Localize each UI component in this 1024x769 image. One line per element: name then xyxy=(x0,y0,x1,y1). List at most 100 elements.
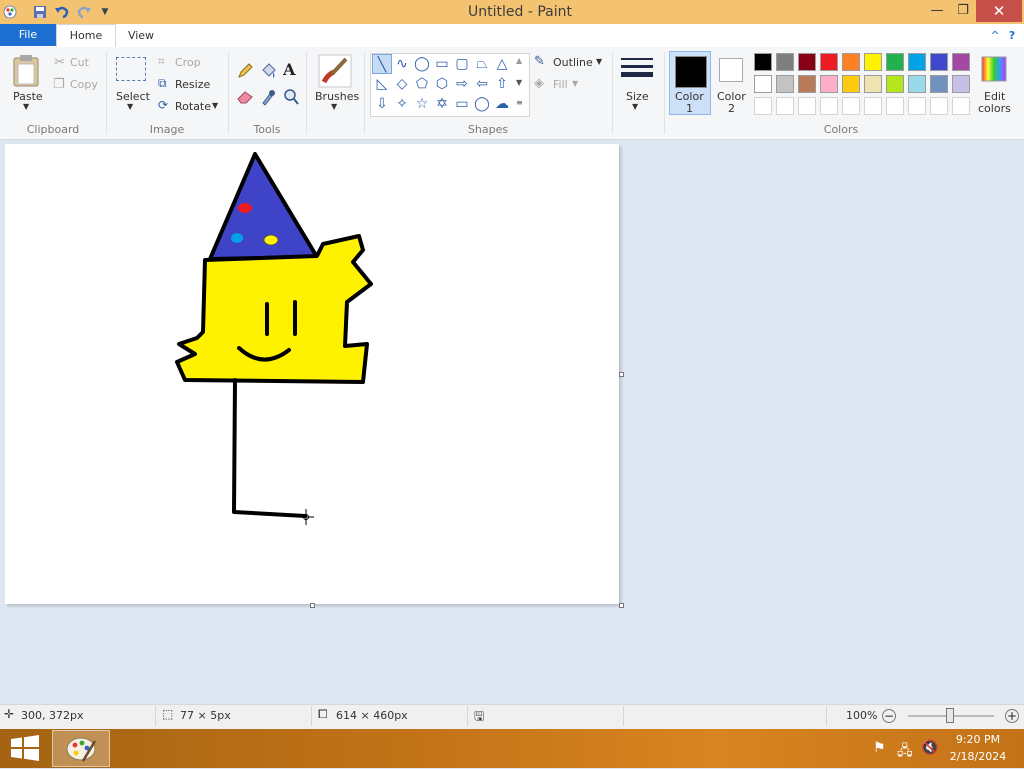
select-dropdown-icon[interactable]: ▼ xyxy=(127,102,133,111)
color-swatch[interactable] xyxy=(842,53,860,71)
color-swatch[interactable] xyxy=(798,75,816,93)
minimize-button[interactable]: — xyxy=(924,0,950,22)
color-swatch[interactable] xyxy=(754,75,772,93)
zoom-out-button[interactable]: − xyxy=(882,709,896,723)
edit-colors-icon[interactable] xyxy=(981,56,1007,85)
shapes-scroll-up-icon[interactable]: ▲ xyxy=(516,56,522,65)
tab-view[interactable]: View xyxy=(118,25,164,47)
color-swatch[interactable] xyxy=(952,75,970,93)
color-swatch[interactable] xyxy=(798,53,816,71)
custom-color-slot[interactable] xyxy=(864,97,882,115)
rounded-rectangle-shape-icon[interactable]: ▢ xyxy=(452,54,472,74)
color-swatch[interactable] xyxy=(886,75,904,93)
right-triangle-shape-icon[interactable]: ◺ xyxy=(372,74,392,94)
custom-color-slot[interactable] xyxy=(886,97,904,115)
copy-button[interactable]: Copy xyxy=(70,78,98,91)
zoom-slider-thumb[interactable] xyxy=(946,708,954,723)
color-swatch[interactable] xyxy=(820,75,838,93)
custom-color-slot[interactable] xyxy=(754,97,772,115)
curve-shape-icon[interactable]: ∿ xyxy=(392,54,412,74)
custom-color-slot[interactable] xyxy=(842,97,860,115)
color2-button[interactable] xyxy=(719,58,743,82)
six-point-star-shape-icon[interactable]: ✡ xyxy=(432,94,452,114)
cloud-callout-shape-icon[interactable]: ☁ xyxy=(492,94,512,114)
paste-dropdown-icon[interactable]: ▼ xyxy=(23,102,29,111)
pencil-icon[interactable] xyxy=(236,62,254,83)
color-swatch[interactable] xyxy=(864,53,882,71)
up-arrow-shape-icon[interactable]: ⇧ xyxy=(492,74,512,94)
shapes-expand-icon[interactable]: ≡ xyxy=(516,98,523,107)
hexagon-shape-icon[interactable]: ⬡ xyxy=(432,74,452,94)
eraser-icon[interactable] xyxy=(236,90,254,107)
cut-button[interactable]: Cut xyxy=(70,56,89,69)
maximize-button[interactable]: ❐ xyxy=(950,0,976,22)
text-tool-icon[interactable]: A xyxy=(283,60,295,79)
rotate-button[interactable]: Rotate xyxy=(175,100,211,113)
fill-button[interactable]: Fill xyxy=(553,78,568,91)
canvas-resize-handle-right[interactable] xyxy=(619,372,624,377)
action-center-flag-icon[interactable]: ⚑ xyxy=(873,740,886,756)
shapes-scroll-down-icon[interactable]: ▼ xyxy=(516,78,522,87)
left-arrow-shape-icon[interactable]: ⇦ xyxy=(472,74,492,94)
down-arrow-shape-icon[interactable]: ⇩ xyxy=(372,94,392,114)
color-swatch[interactable] xyxy=(820,53,838,71)
tab-file[interactable]: File xyxy=(0,24,56,46)
color-swatch[interactable] xyxy=(908,75,926,93)
size-icon[interactable] xyxy=(620,56,654,85)
magnifier-icon[interactable] xyxy=(283,88,299,109)
windows-start-icon[interactable] xyxy=(10,735,40,764)
five-point-star-shape-icon[interactable]: ☆ xyxy=(412,94,432,114)
line-shape-icon[interactable]: ╲ xyxy=(372,54,392,74)
fill-dropdown-icon[interactable]: ▼ xyxy=(572,79,578,88)
help-icon[interactable]: ? xyxy=(1004,25,1020,47)
ribbon-collapse-icon[interactable]: ^ xyxy=(988,25,1002,47)
polygon-shape-icon[interactable]: ⏢ xyxy=(472,54,492,74)
diamond-shape-icon[interactable]: ◇ xyxy=(392,74,412,94)
drawing-canvas[interactable] xyxy=(5,144,619,604)
clock-date[interactable]: 2/18/2024 xyxy=(948,750,1008,763)
crop-button[interactable]: Crop xyxy=(175,56,201,69)
resize-button[interactable]: Resize xyxy=(175,78,210,91)
paste-icon[interactable] xyxy=(12,54,40,91)
volume-muted-icon[interactable]: 🔇 xyxy=(921,740,938,756)
tab-home[interactable]: Home xyxy=(56,24,116,48)
color-swatch[interactable] xyxy=(908,53,926,71)
select-icon[interactable] xyxy=(116,57,146,81)
color-swatch[interactable] xyxy=(952,53,970,71)
fill-bucket-icon[interactable] xyxy=(259,62,277,83)
brushes-icon[interactable] xyxy=(318,54,352,91)
zoom-in-button[interactable]: + xyxy=(1005,709,1019,723)
size-dropdown-icon[interactable]: ▼ xyxy=(632,102,638,111)
custom-color-slot[interactable] xyxy=(908,97,926,115)
close-button[interactable]: ✕ xyxy=(976,0,1022,22)
network-icon[interactable]: 🖧 xyxy=(897,740,913,764)
right-arrow-shape-icon[interactable]: ⇨ xyxy=(452,74,472,94)
color-swatch[interactable] xyxy=(864,75,882,93)
color-swatch[interactable] xyxy=(776,75,794,93)
outline-button[interactable]: Outline xyxy=(553,56,593,69)
color-swatch[interactable] xyxy=(930,53,948,71)
custom-color-slot[interactable] xyxy=(776,97,794,115)
oval-shape-icon[interactable]: ◯ xyxy=(412,54,432,74)
color-swatch[interactable] xyxy=(930,75,948,93)
canvas-resize-handle-corner[interactable] xyxy=(619,603,624,608)
color-swatch[interactable] xyxy=(842,75,860,93)
color-swatch[interactable] xyxy=(776,53,794,71)
custom-color-slot[interactable] xyxy=(930,97,948,115)
color-swatch[interactable] xyxy=(886,53,904,71)
oval-callout-shape-icon[interactable]: ◯ xyxy=(472,94,492,114)
color-picker-icon[interactable] xyxy=(260,88,276,109)
pentagon-shape-icon[interactable]: ⬠ xyxy=(412,74,432,94)
color-swatch[interactable] xyxy=(754,53,772,71)
brushes-dropdown-icon[interactable]: ▼ xyxy=(331,102,337,111)
triangle-shape-icon[interactable]: △ xyxy=(492,54,512,74)
outline-dropdown-icon[interactable]: ▼ xyxy=(596,57,602,66)
rectangle-shape-icon[interactable]: ▭ xyxy=(432,54,452,74)
canvas-resize-handle-bottom[interactable] xyxy=(310,603,315,608)
custom-color-slot[interactable] xyxy=(952,97,970,115)
custom-color-slot[interactable] xyxy=(798,97,816,115)
rotate-dropdown-icon[interactable]: ▼ xyxy=(212,101,218,110)
four-point-star-shape-icon[interactable]: ✧ xyxy=(392,94,412,114)
taskbar-paint-button[interactable] xyxy=(52,730,110,767)
custom-color-slot[interactable] xyxy=(820,97,838,115)
